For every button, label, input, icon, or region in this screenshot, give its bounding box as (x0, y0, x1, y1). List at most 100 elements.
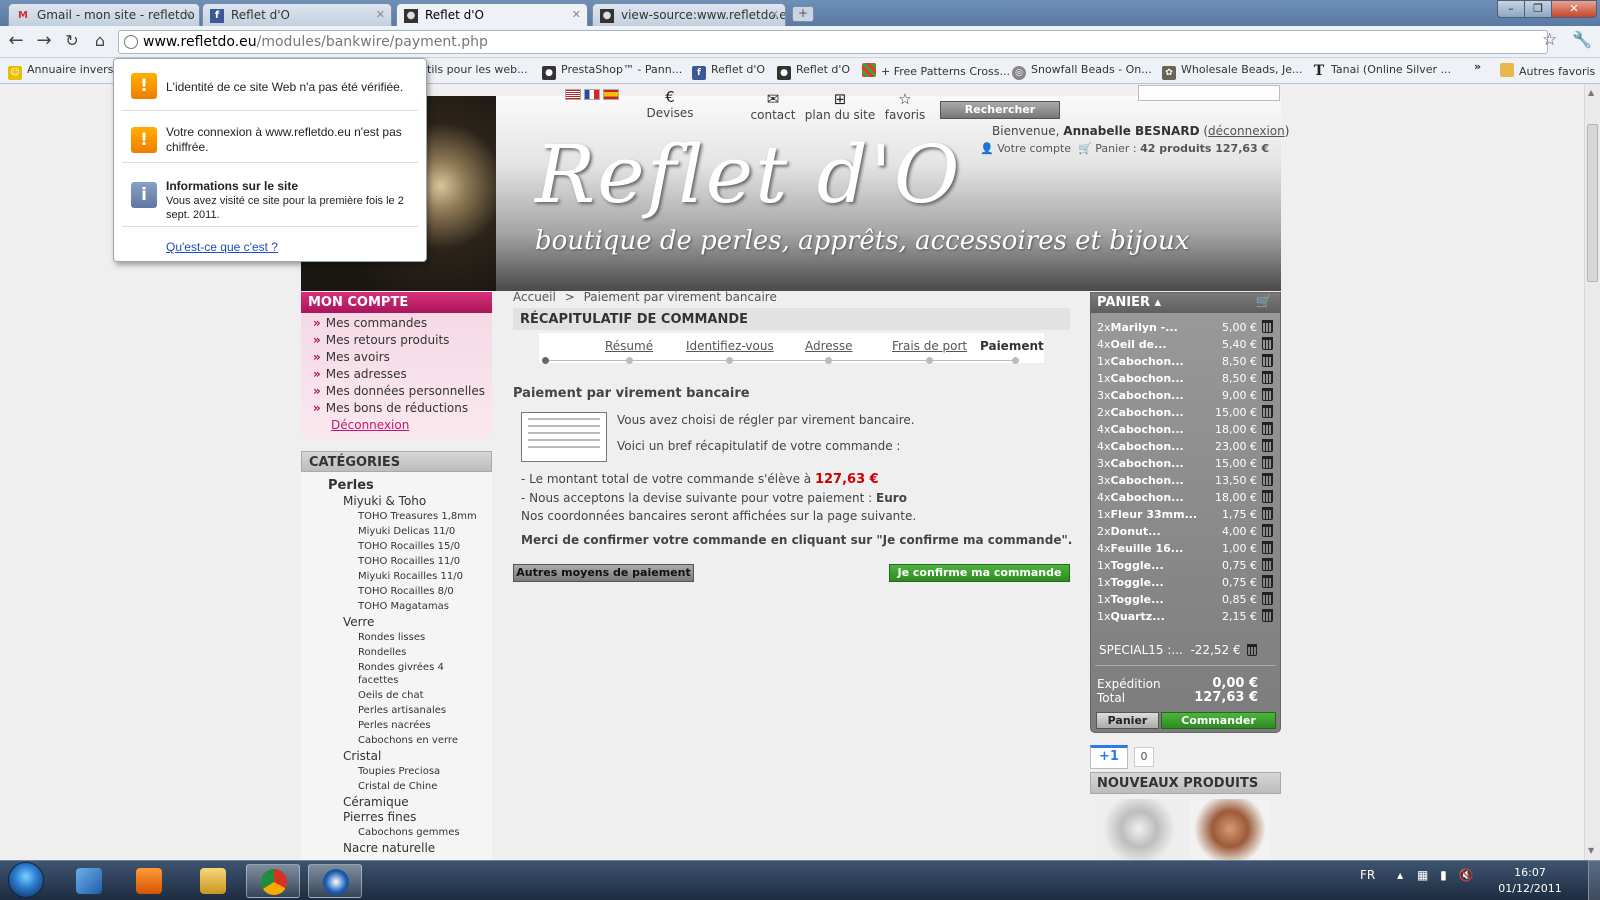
trash-icon[interactable] (1262, 507, 1273, 520)
bookmark-reflet[interactable]: ● Reflet d'O (777, 63, 850, 80)
account-logout-link[interactable]: Déconnexion (331, 418, 409, 432)
bookmark-reflet-fb[interactable]: f Reflet d'O (692, 63, 765, 80)
account-link-credits[interactable]: » Mes avoirs (313, 350, 492, 367)
scroll-up-icon[interactable]: ▲ (1588, 88, 1594, 97)
tab-reflet-active[interactable]: ● Reflet d'O ✕ (396, 3, 588, 26)
logout-link[interactable]: déconnexion (1208, 124, 1285, 138)
bookmark-other[interactable]: Autres favoris (1500, 63, 1595, 78)
cart-item[interactable]: 4xOeil de... 5,40 € (1097, 337, 1273, 354)
trash-icon[interactable] (1262, 456, 1273, 469)
category-item[interactable]: TOHO Rocailles 11/0 (358, 556, 460, 567)
bookmark-star-icon[interactable]: ☆ (1542, 30, 1557, 50)
bookmark-wholesale[interactable]: ✿ Wholesale Beads, Je... (1162, 63, 1302, 80)
bookmarks-overflow[interactable]: » (1474, 60, 1481, 73)
show-desktop-button[interactable] (1588, 860, 1600, 900)
cart-item[interactable]: 1xCabochon... 8,50 € (1097, 354, 1273, 371)
home-icon[interactable]: ⌂ (88, 30, 112, 54)
category-item[interactable]: Rondes lisses (358, 632, 425, 643)
category-item[interactable]: Perles (328, 478, 374, 493)
cart-summary[interactable]: 42 produits 127,63 € (1140, 142, 1269, 155)
clock[interactable]: 16:07 01/12/2011 (1490, 865, 1570, 897)
trash-icon[interactable] (1262, 405, 1273, 418)
currency-selector[interactable]: € Devises (645, 88, 695, 120)
cart-item[interactable]: 4xCabochon... 18,00 € (1097, 422, 1273, 439)
close-icon[interactable]: ✕ (376, 8, 385, 21)
close-icon[interactable]: ✕ (770, 8, 779, 21)
taskbar-app[interactable] (122, 864, 176, 898)
favorites-link[interactable]: ☆ favoris (880, 90, 930, 122)
account-link-personal-data[interactable]: » Mes données personnelles (313, 384, 492, 401)
minimize-button[interactable]: – (1497, 0, 1525, 18)
bookmark-annuaire[interactable]: ☺ Annuaire inverse (8, 63, 120, 80)
cart-item[interactable]: 4xCabochon... 18,00 € (1097, 490, 1273, 507)
bookmark-snowfall[interactable]: ◎ Snowfall Beads - On... (1012, 63, 1152, 80)
trash-icon[interactable] (1262, 473, 1273, 486)
account-link-returns[interactable]: » Mes retours produits (313, 333, 492, 350)
cart-item[interactable]: 2xMarilyn -... 5,00 € (1097, 320, 1273, 337)
category-item[interactable]: Pierres fines (343, 810, 416, 824)
trash-icon[interactable] (1262, 609, 1273, 622)
category-item[interactable]: Toupies Preciosa (358, 766, 440, 777)
maximize-button[interactable]: ❐ (1524, 0, 1552, 18)
trash-icon[interactable] (1262, 354, 1273, 367)
category-item[interactable]: Miyuki Delicas 11/0 (358, 526, 455, 537)
confirm-order-button[interactable]: Je confirme ma commande (889, 564, 1070, 582)
breadcrumb-home[interactable]: Accueil (513, 290, 556, 304)
search-input[interactable] (1138, 85, 1280, 101)
category-item[interactable]: Cristal (343, 749, 381, 763)
trash-icon[interactable] (1262, 558, 1273, 571)
step-summary[interactable]: Résumé (605, 339, 653, 353)
google-plus-one-button[interactable]: +1 (1090, 745, 1128, 769)
category-item[interactable]: Oeils de chat (358, 690, 424, 701)
bookmark-prestashop[interactable]: ● PrestaShop™ - Pann... (542, 63, 682, 80)
network-icon[interactable]: ▦ (1417, 868, 1428, 882)
globe-icon[interactable] (124, 35, 138, 49)
category-item[interactable]: TOHO Rocailles 15/0 (358, 541, 460, 552)
step-shipping[interactable]: Frais de port (892, 339, 967, 353)
taskbar-app[interactable] (62, 864, 116, 898)
sitemap-link[interactable]: ⊞ plan du site (802, 90, 878, 122)
cart-item[interactable]: 2xDonut... 4,00 € (1097, 524, 1273, 541)
checkout-button[interactable]: Commander (1161, 712, 1276, 729)
account-link[interactable]: Votre compte (997, 142, 1071, 155)
category-item[interactable]: Cabochons gemmes (358, 827, 460, 838)
bookmark-outils[interactable]: tils pour les web... (427, 63, 528, 76)
cart-item[interactable]: 1xToggle... 0,75 € (1097, 575, 1273, 592)
taskbar-app[interactable] (186, 864, 240, 898)
signal-icon[interactable]: ▮ (1440, 868, 1447, 882)
flag-fr-icon[interactable] (584, 89, 600, 100)
trash-icon[interactable] (1247, 644, 1258, 656)
close-icon[interactable]: ✕ (572, 8, 581, 21)
cart-item[interactable]: 3xCabochon... 13,50 € (1097, 473, 1273, 490)
cart-label[interactable]: Panier : (1095, 142, 1136, 155)
trash-icon[interactable] (1262, 592, 1273, 605)
collapse-icon[interactable]: ▴ (1155, 295, 1162, 310)
forward-icon[interactable]: → (32, 30, 56, 54)
what-is-this-link[interactable]: Qu'est-ce que c'est ? (166, 240, 278, 254)
view-cart-button[interactable]: Panier (1096, 712, 1159, 729)
category-item[interactable]: TOHO Rocailles 8/0 (358, 586, 454, 597)
account-link-orders[interactable]: » Mes commandes (313, 316, 492, 333)
trash-icon[interactable] (1262, 388, 1273, 401)
category-item[interactable]: Nacre naturelle (343, 841, 435, 855)
my-account-title[interactable]: Mon compte (301, 292, 492, 313)
bookmark-tanai[interactable]: T Tanai (Online Silver ... (1312, 63, 1451, 78)
category-item[interactable]: Miyuki Rocailles 11/0 (358, 571, 463, 582)
logo-title[interactable]: Reflet d'O (535, 128, 961, 221)
trash-icon[interactable] (1262, 524, 1273, 537)
category-item[interactable]: Verre (343, 615, 374, 629)
trash-icon[interactable] (1262, 337, 1273, 350)
bookmark-free-patterns[interactable]: + Free Patterns Cross... (862, 63, 1010, 78)
cart-item[interactable]: 3xCabochon... 9,00 € (1097, 388, 1273, 405)
flag-es-icon[interactable] (603, 89, 619, 100)
category-item[interactable]: Cabochons en verre (358, 735, 458, 746)
close-icon[interactable]: ✕ (184, 8, 193, 21)
trash-icon[interactable] (1262, 422, 1273, 435)
account-link-addresses[interactable]: » Mes adresses (313, 367, 492, 384)
trash-icon[interactable] (1262, 320, 1273, 333)
show-hidden-icons[interactable]: ▴ (1397, 868, 1403, 882)
category-item[interactable]: TOHO Magatamas (358, 601, 449, 612)
trash-icon[interactable] (1262, 439, 1273, 452)
trash-icon[interactable] (1262, 371, 1273, 384)
other-payment-button[interactable]: Autres moyens de paiement (513, 564, 694, 582)
